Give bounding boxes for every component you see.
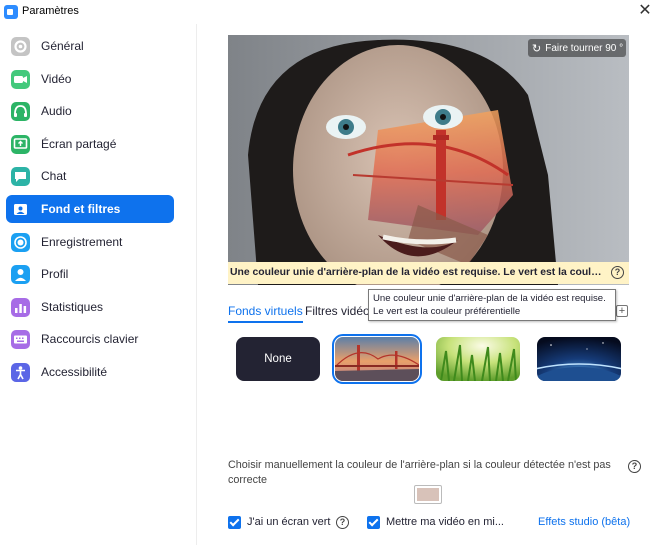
record-icon	[11, 232, 30, 252]
sidebar-item-label: Fond et filtres	[41, 202, 121, 216]
sidebar-item-10[interactable]: Raccourcis clavier	[6, 325, 174, 353]
video-camera-icon	[11, 69, 30, 89]
tooltip-line-2: Le vert est la couleur préférentielle	[373, 306, 521, 317]
rotate-90-button[interactable]: ↻ Faire tourner 90 °	[528, 39, 626, 57]
sidebar-item-label: Profil	[41, 267, 69, 282]
sidebar-item-1[interactable]: Général	[6, 32, 174, 60]
profile-icon	[11, 265, 30, 285]
video-preview: ↻ Faire tourner 90 °	[228, 35, 629, 285]
tooltip-line-1: Une couleur unie d'arrière-plan de la vi…	[373, 293, 606, 304]
sidebar-item-7[interactable]: Enregistrement	[6, 228, 174, 256]
sidebar-item-label: Statistiques	[41, 299, 104, 314]
sidebar-item-label: Vidéo	[41, 71, 72, 86]
sidebar-item-9[interactable]: Statistiques	[6, 293, 174, 321]
sidebar-item-label: Accessibilité	[41, 365, 108, 379]
color-swatch-fill	[417, 488, 439, 501]
sidebar-item-8[interactable]: Profil	[6, 260, 174, 288]
rotate-icon: ↻	[532, 42, 542, 55]
warning-text: Une couleur unie d'arrière-plan de la vi…	[230, 267, 605, 278]
chat-bubble-icon	[11, 167, 30, 187]
green-screen-checkbox[interactable]	[228, 516, 241, 529]
tab-video-filters[interactable]: Filtres vidéo	[305, 304, 370, 318]
zoom-camera-icon	[4, 5, 18, 19]
help-icon[interactable]: ?	[628, 460, 641, 473]
sidebar-item-3[interactable]: Audio	[6, 97, 174, 125]
green-screen-label: J'ai un écran vert	[247, 516, 331, 528]
sidebar-item-label: Général	[41, 39, 84, 53]
keyboard-icon	[11, 330, 30, 350]
background-grass[interactable]	[436, 337, 520, 381]
sidebar-item-label: Chat	[41, 169, 67, 184]
background-filters-panel: ↻ Faire tourner 90 ° Une couleur unie d'…	[198, 24, 655, 545]
gear-icon	[11, 37, 30, 56]
title-bar: Paramètres ✕	[0, 0, 655, 24]
accessibility-icon	[11, 363, 30, 382]
grass-thumbnail	[436, 337, 520, 381]
sidebar-item-11[interactable]: Accessibilité	[6, 358, 174, 386]
golden-gate-thumbnail	[335, 337, 419, 381]
options-row: J'ai un écran vert ? Mettre ma vidéo en …	[228, 514, 638, 534]
share-screen-icon	[11, 134, 30, 154]
background-portrait-icon	[11, 200, 30, 219]
mirror-video-checkbox[interactable]	[367, 516, 380, 529]
manual-color-instructions: Choisir manuellement la couleur de l'arr…	[228, 459, 611, 486]
sidebar-item-label: Écran partagé	[41, 136, 117, 151]
background-none[interactable]: None	[236, 337, 320, 381]
camera-feed-image	[228, 35, 629, 285]
statistics-icon	[11, 297, 30, 317]
background-color-picker[interactable]	[414, 485, 442, 504]
mirror-video-label: Mettre ma vidéo en mi...	[386, 516, 504, 528]
rotate-label: Faire tourner 90 °	[545, 42, 624, 54]
sidebar-item-label: Audio	[41, 104, 72, 119]
earth-thumbnail	[537, 337, 621, 381]
tab-virtual-backgrounds[interactable]: Fonds virtuels	[228, 304, 303, 323]
window-title: Paramètres	[22, 5, 79, 17]
headphones-icon	[11, 102, 30, 122]
close-button[interactable]: ✕	[636, 2, 654, 20]
sidebar-item-label: Enregistrement	[41, 234, 123, 249]
background-golden-gate[interactable]	[332, 334, 422, 384]
studio-effects-link[interactable]: Effets studio (bêta)	[538, 516, 630, 528]
solid-color-warning: Une couleur unie d'arrière-plan de la vi…	[228, 262, 629, 284]
background-earth[interactable]	[537, 337, 621, 381]
background-none-label: None	[264, 353, 292, 365]
sidebar-item-4[interactable]: Écran partagé	[6, 130, 174, 158]
sidebar-item-6[interactable]: Fond et filtres	[6, 195, 174, 223]
help-icon[interactable]: ?	[611, 266, 624, 279]
sidebar-item-2[interactable]: Vidéo	[6, 65, 174, 93]
add-background-button[interactable]: +	[616, 305, 628, 317]
sidebar-item-label: Raccourcis clavier	[41, 332, 139, 347]
sidebar-item-5[interactable]: Chat	[6, 162, 174, 190]
settings-sidebar: Général Vidéo Audio Écran partagé Chat Fond e…	[0, 24, 197, 545]
warning-tooltip: Une couleur unie d'arrière-plan de la vi…	[368, 289, 616, 321]
help-icon[interactable]: ?	[336, 516, 349, 529]
